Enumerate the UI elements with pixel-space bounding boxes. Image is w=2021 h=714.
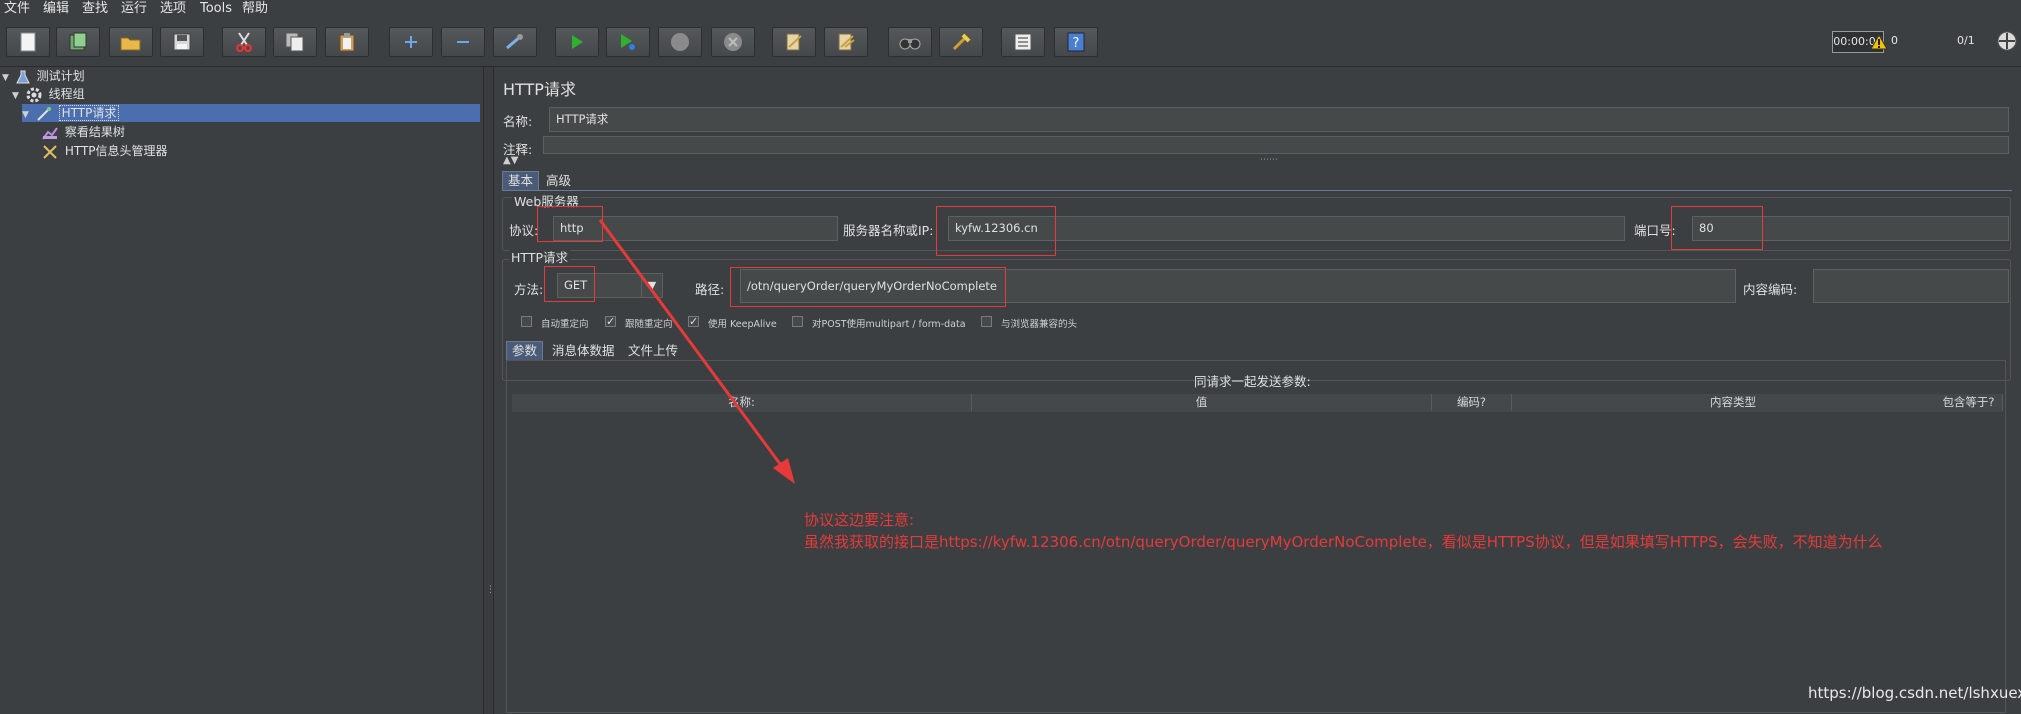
annotation-line-1: 协议这边要注意:	[804, 511, 915, 529]
annotation-line-2: 虽然我获取的接口是https://kyfw.12306.cn/otn/query…	[804, 533, 1883, 551]
watermark: https://blog.csdn.net/lshxuexi	[1808, 684, 2021, 702]
annotation-arrow	[598, 219, 795, 484]
